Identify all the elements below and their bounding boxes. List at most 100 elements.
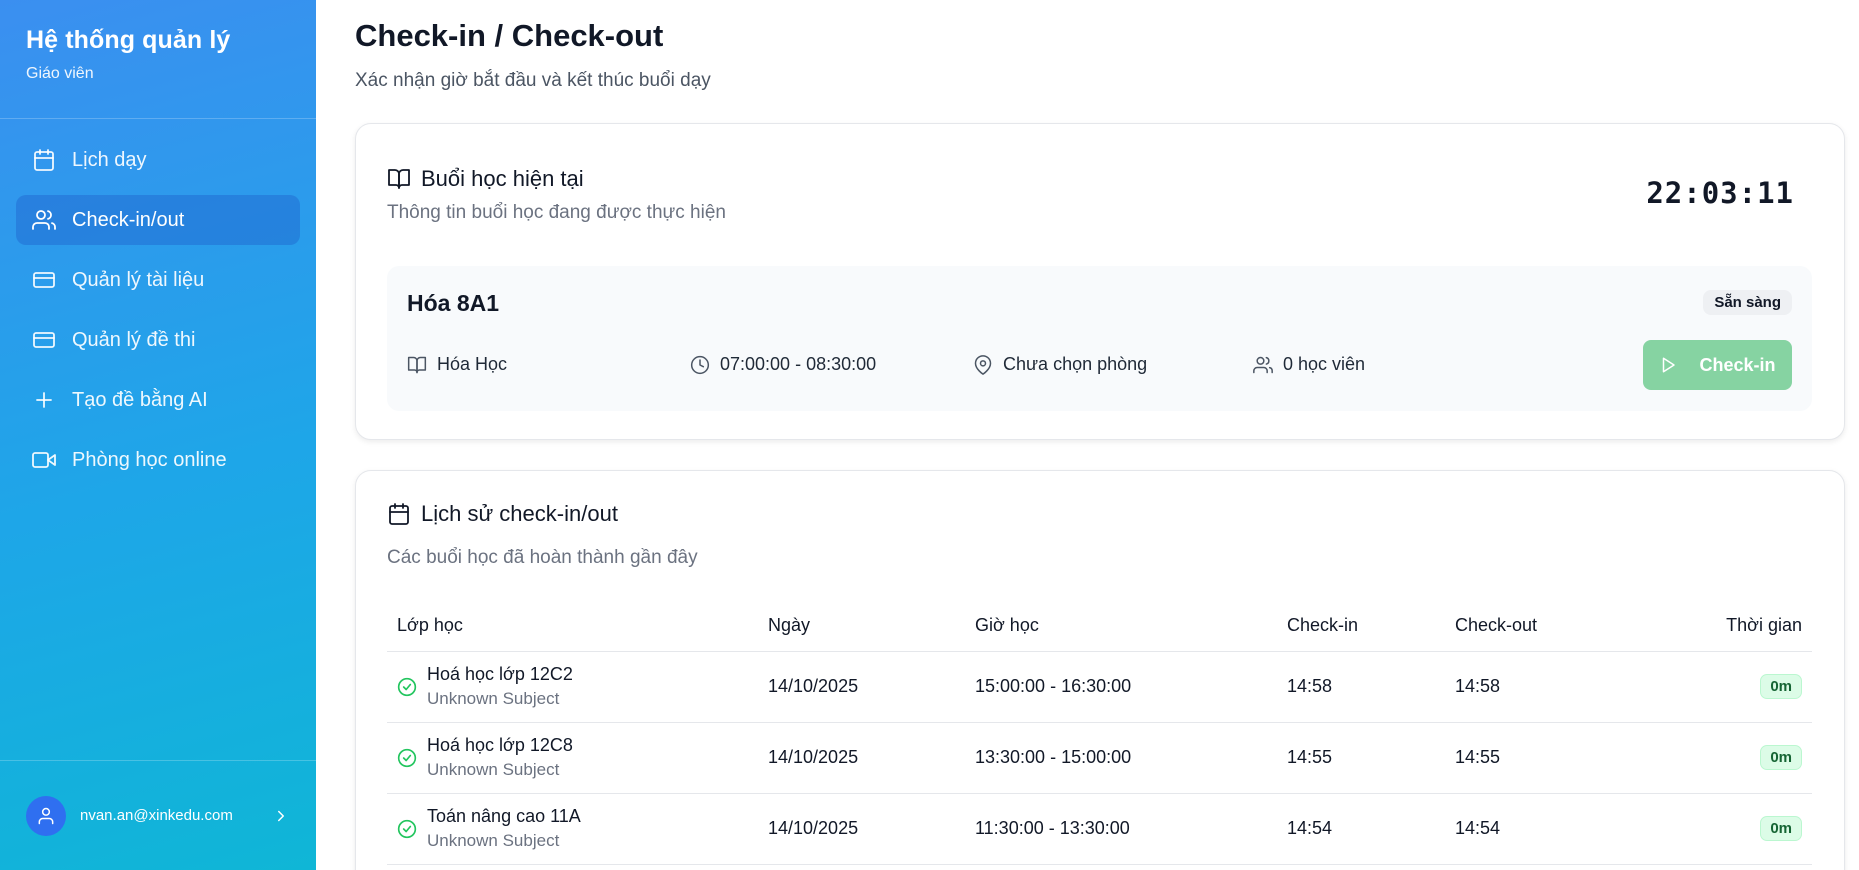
current-session-header: Buổi học hiện tại [387, 166, 584, 192]
session-subject-text: Hóa Học [437, 354, 508, 374]
class-cell: Toán nâng cao 11A Unknown Subject [387, 793, 758, 865]
current-session-title: Buổi học hiện tại [421, 166, 584, 191]
app-title: Hệ thống quản lý [26, 26, 231, 54]
check-in-cell: 14:55 [1277, 722, 1445, 794]
user-email: nvan.an@xinkedu.com [80, 807, 233, 824]
sidebar-item-label: Phòng học online [72, 448, 227, 471]
class-name: Hoá học lớp 12C2 [427, 664, 573, 684]
check-in-button[interactable]: Check-in [1643, 340, 1792, 390]
sidebar-brand: Hệ thống quản lý Giáo viên [0, 0, 316, 119]
date-cell: 14/10/2025 [758, 722, 965, 794]
chevron-right-icon[interactable] [272, 807, 290, 825]
video-icon [32, 452, 56, 468]
check-out-cell: 14:55 [1445, 722, 1645, 794]
check-circle-icon [397, 677, 417, 696]
column-header: Check-out [1445, 601, 1645, 652]
session-students-text: 0 học viên [1283, 354, 1366, 374]
sidebar-item-label: Quản lý tài liệu [72, 268, 205, 291]
session-time-text: 07:00:00 - 08:30:00 [720, 354, 877, 374]
check-in-cell: 14:54 [1277, 793, 1445, 865]
clock: 22:03:11 [1646, 176, 1794, 210]
session-students: 0 học viên [1253, 354, 1365, 375]
check-out-cell: 14:58 [1445, 651, 1645, 723]
class-subject: Unknown Subject [427, 831, 560, 850]
session-time: 07:00:00 - 08:30:00 [690, 354, 876, 375]
history-subtitle: Các buổi học đã hoàn thành gần đây [387, 547, 698, 568]
book-icon [407, 356, 427, 373]
class-info: Toán nâng cao 11A Unknown Subject [397, 806, 758, 851]
user-menu[interactable]: nvan.an@xinkedu.com [0, 760, 316, 870]
duration-cell: 0m [1645, 722, 1812, 794]
session-panel: Hóa 8A1 Sẵn sàng Hóa Học 07:00:00 - 08:3… [387, 266, 1812, 411]
check-in-cell: 14:58 [1277, 651, 1445, 723]
session-subject: Hóa Học [407, 354, 507, 375]
sidebar-item-checkin[interactable]: Check-in/out [16, 195, 300, 245]
main-header: Check-in / Check-out Xác nhận giờ bắt đầ… [355, 0, 1859, 92]
calendar-icon [34, 149, 54, 171]
duration-badge: 0m [1760, 674, 1802, 699]
column-header: Ngày [758, 601, 965, 652]
history-card: Lịch sử check-in/out Các buổi học đã hoà… [355, 470, 1845, 870]
history-table: Lớp học Ngày Giờ học Check-in Check-out … [387, 601, 1812, 865]
current-session-card: Buổi học hiện tại Thông tin buổi học đan… [355, 123, 1845, 440]
table-row[interactable]: Hoá học lớp 12C8 Unknown Subject 14/10/2… [387, 722, 1812, 794]
user-role: Giáo viên [26, 65, 94, 82]
class-cell: Hoá học lớp 12C2 Unknown Subject [387, 651, 758, 723]
column-header: Lớp học [387, 601, 758, 652]
sidebar-item-label: Check-in/out [72, 208, 185, 231]
avatar [26, 795, 66, 836]
sidebar-item-exams[interactable]: Quản lý đề thi [16, 315, 300, 365]
duration-cell: 0m [1645, 651, 1812, 723]
history-title: Lịch sử check-in/out [421, 501, 618, 526]
sidebar-item-online-room[interactable]: Phòng học online [16, 435, 300, 485]
class-cell: Hoá học lớp 12C8 Unknown Subject [387, 722, 758, 794]
table-row[interactable]: Hoá học lớp 12C2 Unknown Subject 14/10/2… [387, 651, 1812, 723]
session-room: Chưa chọn phòng [973, 354, 1147, 375]
column-header: Giờ học [965, 601, 1277, 652]
sidebar-item-documents[interactable]: Quản lý tài liệu [16, 255, 300, 305]
sidebar-item-label: Tạo đề bằng AI [72, 388, 208, 411]
class-info: Hoá học lớp 12C8 Unknown Subject [397, 735, 758, 780]
time-cell: 13:30:00 - 15:00:00 [965, 722, 1277, 794]
plus-icon [36, 392, 52, 408]
check-circle-icon [397, 748, 417, 767]
class-subject: Unknown Subject [427, 760, 560, 779]
sidebar: Hệ thống quản lý Giáo viên Lịch dạy Chec… [0, 0, 316, 870]
sidebar-item-ai-exam[interactable]: Tạo đề bằng AI [16, 375, 300, 425]
check-circle-icon [397, 819, 417, 838]
user-icon [38, 807, 54, 824]
status-badge: Sẵn sàng [1703, 290, 1792, 315]
date-cell: 14/10/2025 [758, 651, 965, 723]
sidebar-nav: Lịch dạy Check-in/out Quản lý tài liệu Q… [0, 119, 316, 511]
users-icon [32, 210, 56, 230]
card-icon [33, 272, 55, 288]
duration-badge: 0m [1760, 745, 1802, 770]
check-in-label: Check-in [1699, 354, 1776, 375]
class-name: Toán nâng cao 11A [427, 806, 581, 826]
class-info: Hoá học lớp 12C2 Unknown Subject [397, 664, 758, 709]
table-header-row: Lớp học Ngày Giờ học Check-in Check-out … [387, 601, 1812, 652]
play-icon [1663, 357, 1676, 373]
sidebar-item-schedule[interactable]: Lịch dạy [16, 135, 300, 185]
clock-icon [690, 355, 710, 374]
book-icon [388, 169, 410, 189]
duration-badge: 0m [1760, 816, 1802, 841]
table-row[interactable]: Toán nâng cao 11A Unknown Subject 14/10/… [387, 793, 1812, 865]
map-pin-icon [974, 354, 992, 375]
calendar-icon [389, 503, 409, 525]
card-icon [33, 332, 55, 348]
page-subtitle: Xác nhận giờ bắt đầu và kết thúc buổi dạ… [355, 70, 711, 91]
sidebar-item-label: Lịch dạy [72, 148, 147, 171]
column-header: Check-in [1277, 601, 1445, 652]
check-out-cell: 14:54 [1445, 793, 1645, 865]
users-icon [1253, 356, 1273, 373]
class-name: Hoá học lớp 12C8 [427, 735, 573, 755]
class-subject: Unknown Subject [427, 689, 560, 708]
sidebar-item-label: Quản lý đề thi [72, 328, 196, 351]
date-cell: 14/10/2025 [758, 793, 965, 865]
session-name: Hóa 8A1 [407, 290, 500, 316]
column-header: Thời gian [1645, 601, 1812, 652]
time-cell: 15:00:00 - 16:30:00 [965, 651, 1277, 723]
time-cell: 11:30:00 - 13:30:00 [965, 793, 1277, 865]
session-room-text: Chưa chọn phòng [1003, 354, 1148, 374]
